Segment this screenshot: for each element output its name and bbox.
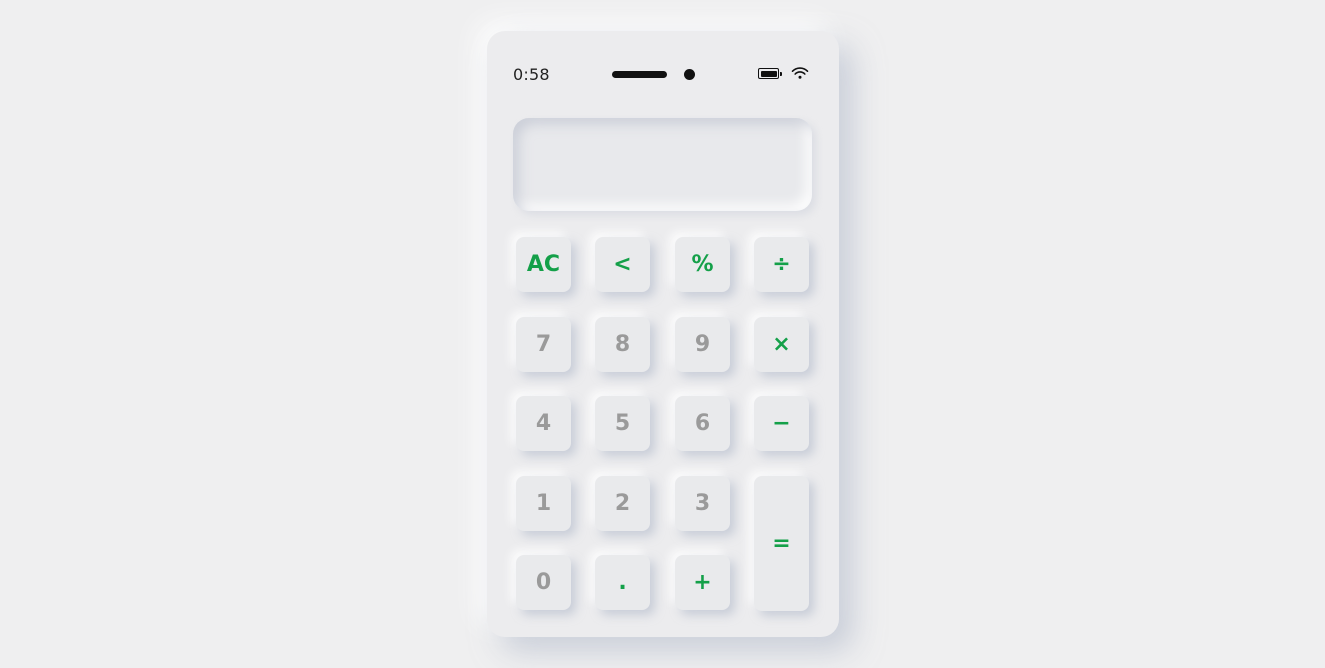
decimal-button[interactable]: . [595,555,650,610]
speaker-notch [612,71,667,78]
divide-button[interactable]: ÷ [754,237,809,292]
digit-2-button[interactable]: 2 [595,476,650,531]
multiply-button[interactable]: × [754,317,809,372]
digit-6-button[interactable]: 6 [675,396,730,451]
digit-3-button[interactable]: 3 [675,476,730,531]
clear-button[interactable]: AC [516,237,571,292]
subtract-button[interactable]: − [754,396,809,451]
status-bar: 0:58 [487,31,839,117]
digit-7-button[interactable]: 7 [516,317,571,372]
equals-button[interactable]: = [754,476,809,611]
battery-icon [758,68,782,79]
backspace-button[interactable]: < [595,237,650,292]
digit-0-button[interactable]: 0 [516,555,571,610]
calculator-display [513,118,812,211]
front-camera [684,69,695,80]
digit-1-button[interactable]: 1 [516,476,571,531]
wifi-icon [791,67,809,79]
digit-9-button[interactable]: 9 [675,317,730,372]
calculator-phone: 0:58 AC < % ÷ 7 8 9 × 4 5 6 − 1 2 3 = 0 … [487,31,839,637]
digit-8-button[interactable]: 8 [595,317,650,372]
add-button[interactable]: + [675,555,730,610]
digit-5-button[interactable]: 5 [595,396,650,451]
digit-4-button[interactable]: 4 [516,396,571,451]
status-time: 0:58 [513,65,550,84]
percent-button[interactable]: % [675,237,730,292]
